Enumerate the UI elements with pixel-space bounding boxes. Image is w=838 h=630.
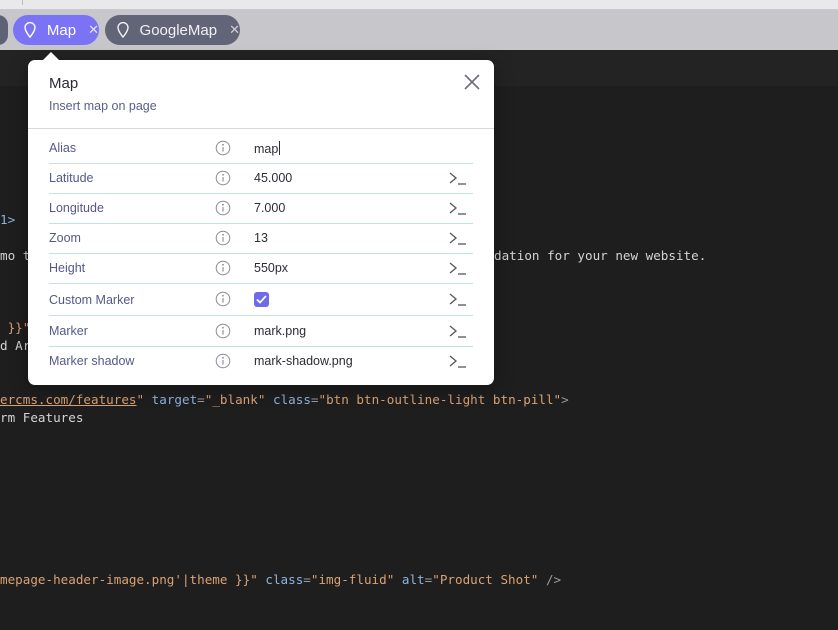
- field-row-alias: Alias map: [49, 133, 473, 164]
- marker-shadow-input[interactable]: mark-shadow.png: [254, 354, 353, 368]
- code-token: mepage-header-image.png'|theme }}": [0, 572, 258, 587]
- field-label: Custom Marker: [49, 293, 135, 307]
- code-token: =: [303, 572, 311, 587]
- zoom-input[interactable]: 13: [254, 231, 268, 245]
- code-token: dation for your new website.: [494, 248, 707, 263]
- field-label: Marker shadow: [49, 354, 135, 368]
- terminal-icon[interactable]: [448, 199, 468, 217]
- code-token: }}": [0, 320, 31, 335]
- info-icon[interactable]: [215, 140, 231, 156]
- text-cursor: [279, 141, 281, 155]
- code-token: target: [144, 392, 198, 407]
- code-line: }}": [0, 320, 31, 335]
- terminal-icon[interactable]: [448, 259, 468, 277]
- marker-input[interactable]: mark.png: [254, 324, 306, 338]
- info-icon[interactable]: [215, 170, 231, 186]
- terminal-icon[interactable]: [448, 322, 468, 340]
- code-token: >: [561, 392, 569, 407]
- tab-label: Map: [46, 21, 77, 39]
- code-token: "btn btn-outline-light btn-pill": [318, 392, 562, 407]
- tab-label: GoogleMap: [139, 21, 218, 39]
- code-token: "img-fluid": [310, 572, 395, 587]
- top-strip-tick: [22, 0, 23, 5]
- code-token: =: [310, 392, 319, 407]
- info-icon[interactable]: [215, 291, 231, 307]
- code-line: mo t: [0, 248, 30, 263]
- code-line: ercms.com/features" target="_blank" clas…: [0, 392, 569, 407]
- field-label: Zoom: [49, 231, 81, 245]
- code-token: class: [257, 572, 304, 587]
- field-label: Latitude: [49, 171, 94, 185]
- code-token: />: [538, 572, 562, 587]
- close-icon[interactable]: ✕: [88, 22, 99, 38]
- field-label: Alias: [49, 141, 77, 155]
- popup-separator: [28, 128, 494, 129]
- field-label: Height: [49, 261, 86, 275]
- popup-title: Map: [49, 75, 79, 92]
- tab-googlemap[interactable]: GoogleMap ✕: [105, 15, 240, 45]
- close-icon[interactable]: ✕: [229, 22, 240, 38]
- field-row-latitude: Latitude 45.000: [49, 163, 473, 194]
- terminal-icon[interactable]: [448, 229, 468, 247]
- code-token: "Product Shot": [432, 572, 539, 587]
- info-icon[interactable]: [215, 353, 231, 369]
- field-label: Longitude: [49, 201, 104, 215]
- field-row-height: Height 550px: [49, 253, 473, 284]
- tag-bar: Map ✕ GoogleMap ✕: [0, 10, 838, 50]
- info-icon[interactable]: [215, 200, 231, 216]
- latitude-input[interactable]: 45.000: [254, 171, 292, 185]
- code-token: class: [265, 392, 311, 407]
- tab-previous-stub[interactable]: [0, 15, 8, 45]
- code-line: 1>: [0, 212, 15, 227]
- code-token: =: [197, 392, 205, 407]
- tab-map[interactable]: Map ✕: [13, 15, 99, 45]
- code-token: mo t: [0, 248, 31, 263]
- code-token: rm Features: [0, 410, 84, 425]
- code-line: dation for your new website.: [494, 248, 706, 263]
- close-icon[interactable]: [462, 72, 482, 92]
- code-token: 1>: [0, 212, 16, 227]
- info-icon[interactable]: [215, 230, 231, 246]
- field-row-longitude: Longitude 7.000: [49, 193, 473, 224]
- custom-marker-checkbox[interactable]: [254, 292, 269, 307]
- field-label: Marker: [49, 324, 88, 338]
- code-token: "_blank": [204, 392, 266, 407]
- field-row-marker: Marker mark.png: [49, 316, 473, 347]
- code-token: alt: [394, 572, 425, 587]
- map-pin-icon: [23, 21, 38, 39]
- top-strip: [0, 0, 838, 10]
- alias-input[interactable]: map: [254, 141, 281, 156]
- popup-arrow: [42, 52, 60, 61]
- code-token: d Ar: [0, 338, 31, 353]
- field-row-custom-marker: Custom Marker: [49, 283, 473, 316]
- terminal-icon[interactable]: [448, 169, 468, 187]
- info-icon[interactable]: [215, 260, 231, 276]
- code-link[interactable]: ercms.com/features: [0, 392, 136, 407]
- popup-subtitle: Insert map on page: [49, 99, 157, 113]
- terminal-icon[interactable]: [448, 352, 468, 370]
- code-line: rm Features: [0, 410, 83, 425]
- info-icon[interactable]: [215, 323, 231, 339]
- longitude-input[interactable]: 7.000: [254, 201, 285, 215]
- field-row-marker-shadow: Marker shadow mark-shadow.png: [49, 346, 473, 376]
- terminal-icon[interactable]: [448, 290, 468, 308]
- field-row-zoom: Zoom 13: [49, 223, 473, 254]
- map-settings-popup: Map Insert map on page Alias map Latitud…: [28, 52, 494, 385]
- alias-value: map: [254, 142, 279, 156]
- code-line: mepage-header-image.png'|theme }}" class…: [0, 572, 561, 587]
- height-input[interactable]: 550px: [254, 261, 288, 275]
- code-token: ": [136, 392, 145, 407]
- map-pin-icon: [115, 21, 131, 39]
- code-line: d Ar: [0, 338, 30, 353]
